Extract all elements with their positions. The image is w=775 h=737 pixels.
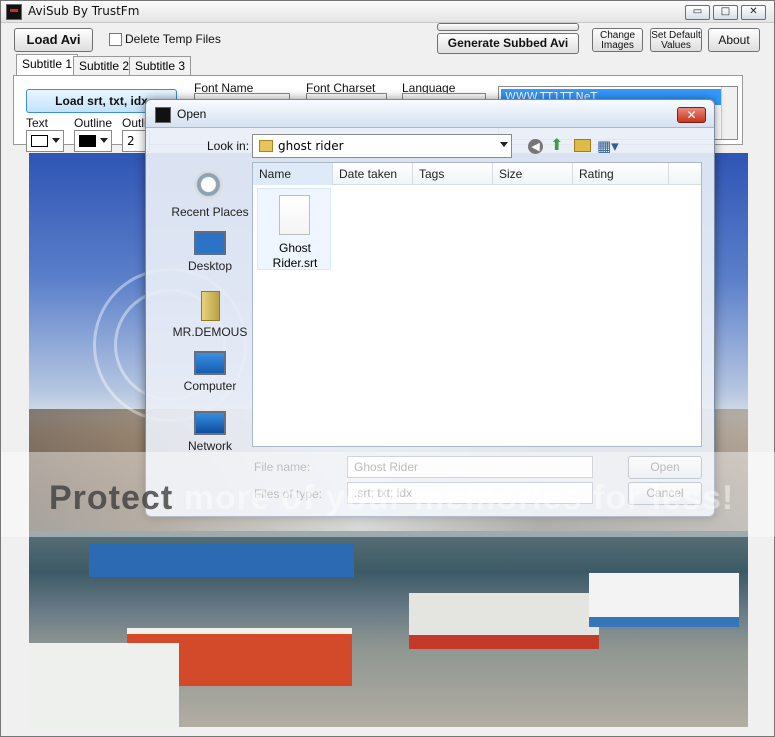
computer-item[interactable]: Computer bbox=[162, 351, 258, 393]
new-folder-icon[interactable] bbox=[574, 139, 591, 152]
delete-temp-checkbox[interactable] bbox=[109, 33, 122, 46]
boat-blue-white bbox=[589, 573, 739, 627]
boat-red-white bbox=[409, 593, 599, 649]
close-button[interactable]: ✕ bbox=[741, 5, 766, 20]
column-name[interactable]: Name bbox=[253, 163, 333, 185]
tab-subtitle-1[interactable]: Subtitle 1 bbox=[16, 54, 79, 76]
text-color-combo[interactable] bbox=[26, 130, 64, 152]
app-title: AviSub By TrustFm bbox=[28, 4, 140, 18]
column-tags[interactable]: Tags bbox=[413, 163, 493, 185]
text-color-swatch bbox=[31, 135, 48, 147]
app-icon bbox=[6, 4, 22, 20]
up-folder-icon[interactable]: ⬆ bbox=[550, 137, 566, 154]
change-images-button[interactable]: Change Images bbox=[592, 28, 643, 52]
outline-color-swatch bbox=[79, 135, 96, 147]
file-name: Ghost Rider.srt bbox=[272, 241, 318, 270]
boat-canopy bbox=[89, 544, 354, 577]
watermark-text: Protect more of your memories for less! bbox=[49, 479, 735, 517]
computer-icon bbox=[194, 351, 226, 375]
user-folder-icon bbox=[200, 291, 220, 321]
dialog-title-bar: Open ✕ bbox=[146, 100, 714, 128]
minimize-button[interactable]: ▭ bbox=[685, 5, 710, 20]
load-avi-button[interactable]: Load Avi bbox=[14, 28, 93, 52]
text-color-label: Text bbox=[26, 116, 49, 130]
navigation-pane: Recent Places Desktop MR.DEMOUS Computer… bbox=[154, 163, 250, 453]
desktop-item[interactable]: Desktop bbox=[162, 231, 258, 273]
about-button[interactable]: About bbox=[708, 28, 760, 52]
view-menu-icon[interactable]: ▦▾ bbox=[597, 138, 622, 154]
generate-subbed-avi-button[interactable]: Generate Subbed Avi bbox=[437, 33, 579, 54]
avisub-window: AviSub By TrustFm ▭ □ ✕ Load Avi Delete … bbox=[0, 0, 775, 737]
file-item[interactable]: Ghost Rider.srt bbox=[257, 188, 331, 270]
boat-hull-white bbox=[29, 643, 179, 727]
tab-subtitle-2[interactable]: Subtitle 2 bbox=[73, 56, 136, 76]
recent-places-item[interactable]: Recent Places bbox=[162, 171, 258, 219]
column-date-taken[interactable]: Date taken bbox=[333, 163, 413, 185]
srt-file-icon bbox=[279, 195, 310, 235]
desktop-icon bbox=[194, 231, 226, 255]
look-in-combo[interactable]: ghost rider bbox=[252, 134, 512, 158]
look-in-label: Look in: bbox=[207, 139, 250, 153]
dialog-title: Open bbox=[177, 107, 207, 121]
outline-color-combo[interactable] bbox=[74, 130, 112, 152]
outline-color-label: Outline bbox=[74, 116, 113, 130]
column-size[interactable]: Size bbox=[493, 163, 573, 185]
column-rating[interactable]: Rating bbox=[573, 163, 669, 185]
title-bar: AviSub By TrustFm ▭ □ ✕ bbox=[1, 1, 774, 23]
dialog-app-icon bbox=[155, 107, 171, 123]
tab-subtitle-3[interactable]: Subtitle 3 bbox=[129, 56, 192, 76]
listbox-scrollbar[interactable] bbox=[721, 87, 737, 139]
network-icon bbox=[194, 411, 226, 435]
set-default-values-button[interactable]: Set Default Values bbox=[650, 28, 702, 52]
generate-progress-bar bbox=[437, 23, 579, 31]
look-in-value: ghost rider bbox=[278, 139, 344, 153]
recent-places-icon bbox=[194, 171, 226, 201]
file-list-pane: Name Date taken Tags Size Rating Ghost R… bbox=[252, 162, 702, 447]
dialog-close-button[interactable]: ✕ bbox=[677, 107, 706, 123]
column-header-row: Name Date taken Tags Size Rating bbox=[253, 163, 701, 185]
delete-temp-label: Delete Temp Files bbox=[125, 32, 221, 46]
network-item[interactable]: Network bbox=[162, 411, 258, 453]
maximize-button[interactable]: □ bbox=[713, 5, 738, 20]
back-icon[interactable]: ◀ bbox=[528, 139, 543, 154]
folder-icon bbox=[259, 140, 273, 152]
user-folder-item[interactable]: MR.DEMOUS bbox=[162, 291, 258, 339]
